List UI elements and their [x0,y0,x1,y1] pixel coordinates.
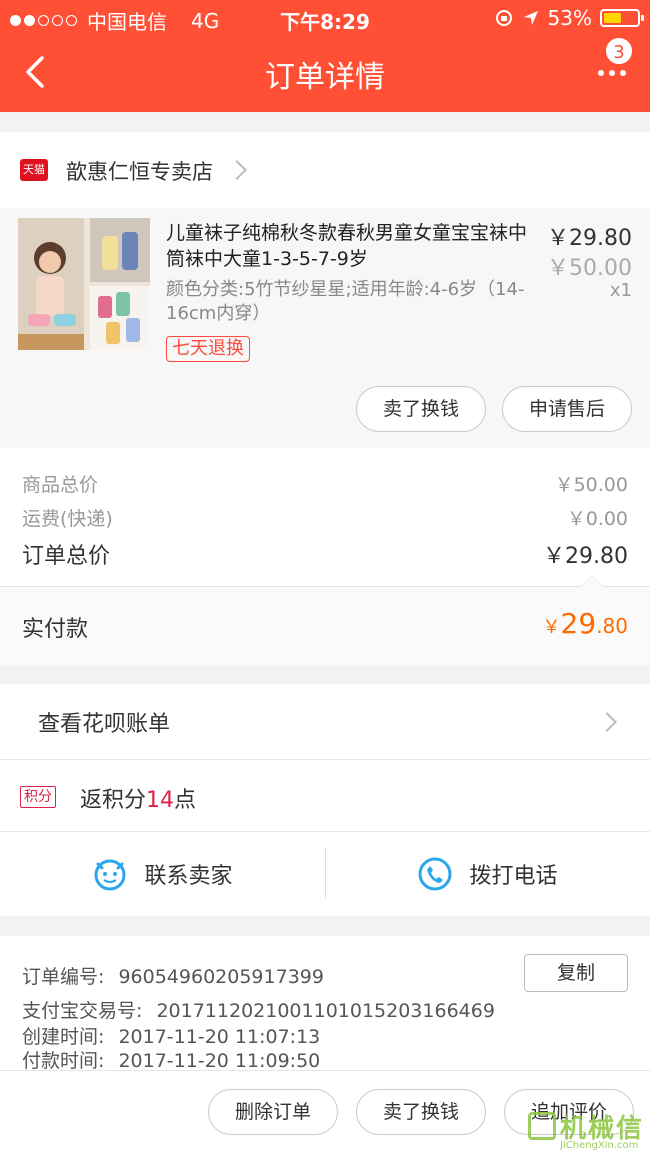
product-card[interactable]: 儿童袜子纯棉秋冬款春秋男童女童宝宝袜中筒袜中大童1-3-5-7-9岁 颜色分类:… [0,208,650,448]
paid-decimal: .80 [596,614,628,638]
watermark-logo: 机械信 JiChengXin.com [528,1108,646,1154]
resell-button-bottom[interactable]: 卖了换钱 [356,1089,486,1135]
status-bar: 中国电信 4G 下午8:29 53% [0,0,650,38]
product-quantity: x1 [609,280,632,301]
product-image[interactable] [18,218,150,350]
points-suffix: 点 [174,788,197,813]
order-number-label: 订单编号: [22,966,105,988]
chat-icon [94,859,126,891]
alipay-number-row: 支付宝交易号: 2017112021001101015203166469 [22,996,495,1023]
price-summary: 商品总价 ￥50.00 运费(快递) ￥0.00 订单总价 ￥29.80 [0,448,650,586]
points-number: 14 [146,788,175,813]
order-number-row: 订单编号: 96054960205917399 [22,962,324,989]
phone-icon [418,857,452,891]
delete-order-button[interactable]: 删除订单 [208,1089,338,1135]
paid-label: 实付款 [22,617,89,642]
after-sales-button[interactable]: 申请售后 [502,386,632,432]
shop-name[interactable]: 歆惠仁恒专卖店 [66,156,213,186]
resell-button[interactable]: 卖了换钱 [356,386,486,432]
created-time-row: 创建时间: 2017-11-20 11:07:13 [22,1022,320,1049]
paid-time-label: 付款时间: [22,1050,105,1072]
message-badge: 3 [604,36,634,66]
chevron-right-icon [597,712,617,732]
watermark-subtext: JiChengXin.com [560,1140,639,1151]
call-phone-label: 拨打电话 [469,864,558,889]
battery-icon [600,9,644,27]
call-phone-button[interactable]: 拨打电话 [325,832,650,916]
goods-total-row: 商品总价 ￥50.00 [22,470,628,497]
order-number: 96054960205917399 [118,966,324,988]
order-total-value: ￥29.80 [543,544,628,569]
goods-total-value: ￥50.00 [554,474,628,496]
app-header: 中国电信 4G 下午8:29 53% 订单详情 3 [0,0,650,112]
points-row: 积分 返积分14点 [0,760,650,832]
paid-value: ￥29.80 [543,607,628,640]
contact-bar: 联系卖家 拨打电话 [0,832,650,916]
shipping-value: ￥0.00 [566,508,628,530]
order-total-label: 订单总价 [22,544,111,569]
created-time-label: 创建时间: [22,1026,105,1048]
order-info: 订单编号: 96054960205917399 复制 支付宝交易号: 20171… [0,936,650,1073]
location-icon [523,11,538,25]
product-title[interactable]: 儿童袜子纯棉秋冬款春秋男童女童宝宝袜中筒袜中大童1-3-5-7-9岁 [166,220,532,272]
alipay-number-label: 支付宝交易号: [22,1000,143,1022]
return-policy-tag: 七天退换 [166,336,250,362]
contact-seller-button[interactable]: 联系卖家 [0,832,325,916]
tmall-tag: 天猫 [20,159,48,181]
alipay-number: 2017112021001101015203166469 [156,1000,495,1022]
paid-integer: 29 [560,607,597,640]
huabei-bill-row[interactable]: 查看花呗账单 [0,684,650,760]
paid-time-row: 付款时间: 2017-11-20 11:09:50 [22,1046,320,1073]
paid-currency: ￥ [542,617,561,638]
paid-time: 2017-11-20 11:09:50 [118,1050,321,1072]
product-spec: 颜色分类:5竹节纱星星;适用年龄:4-6岁（14-16cm内穿） [166,279,525,324]
order-total-row: 订单总价 ￥29.80 [22,538,628,570]
product-price: ￥29.80 [547,226,632,251]
bottom-action-bar: 删除订单 卖了换钱 追加评价 机械信 JiChengXin.com [0,1070,650,1156]
shipping-label: 运费(快递) [22,508,113,530]
created-time: 2017-11-20 11:07:13 [118,1026,321,1048]
page-title: 订单详情 [265,60,385,95]
product-original-price: ￥50.00 [547,256,632,281]
points-text: 返积分14点 [80,782,196,814]
chevron-right-icon [227,160,247,180]
copy-button[interactable]: 复制 [524,954,628,992]
points-tag: 积分 [20,786,56,808]
goods-total-label: 商品总价 [22,474,99,496]
huabei-bill-label: 查看花呗账单 [38,712,171,737]
battery-percent: 53% [547,6,592,30]
paid-row: 实付款 ￥29.80 [0,575,650,666]
contact-seller-label: 联系卖家 [144,864,233,889]
shipping-row: 运费(快递) ￥0.00 [22,504,628,531]
points-prefix: 返积分 [80,788,147,813]
shop-row[interactable]: 天猫 歆惠仁恒专卖店 [0,132,650,208]
status-right: 53% [494,6,644,30]
watermark-icon [528,1112,556,1140]
rotation-lock-icon [495,10,512,26]
product-photo [18,218,150,350]
caret-up-icon [580,575,604,587]
battery-fill [604,13,621,23]
